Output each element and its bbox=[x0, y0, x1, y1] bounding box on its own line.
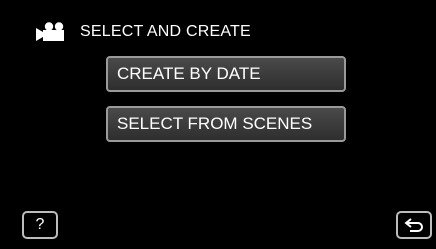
screen-title: SELECT AND CREATE bbox=[80, 23, 251, 40]
return-arrow-icon bbox=[404, 218, 423, 232]
menu-screen: SELECT AND CREATE CREATE BY DATE SELECT … bbox=[0, 0, 436, 249]
question-mark-icon: ? bbox=[35, 216, 45, 233]
back-button[interactable] bbox=[396, 211, 432, 239]
create-by-date-button[interactable]: CREATE BY DATE bbox=[106, 56, 346, 92]
select-from-scenes-button[interactable]: SELECT FROM SCENES bbox=[106, 106, 346, 142]
video-camera-icon bbox=[36, 22, 64, 41]
screen-header: SELECT AND CREATE bbox=[34, 22, 251, 42]
help-button[interactable]: ? bbox=[22, 211, 58, 239]
